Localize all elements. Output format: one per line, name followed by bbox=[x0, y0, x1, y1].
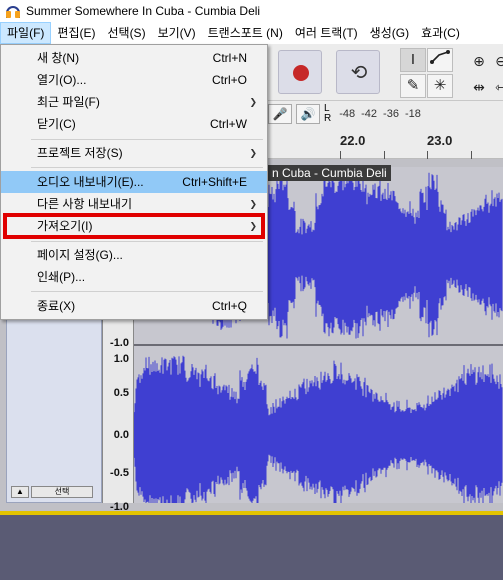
meter-db-mark: -36 bbox=[383, 108, 399, 120]
record-button[interactable] bbox=[278, 50, 322, 94]
menu-item-exit[interactable]: 종료(X) Ctrl+Q bbox=[1, 295, 267, 317]
menu-separator bbox=[31, 167, 263, 168]
menu-transport[interactable]: 트랜스포트 (N) bbox=[202, 22, 289, 44]
envelope-tool-icon[interactable] bbox=[427, 48, 453, 72]
draw-tool-icon[interactable]: ✎ bbox=[400, 74, 426, 98]
menu-edit[interactable]: 편집(E) bbox=[51, 22, 101, 44]
select-track-button[interactable]: 선택 bbox=[31, 486, 93, 498]
menu-item-shortcut: Ctrl+N bbox=[212, 51, 247, 65]
menu-item-shortcut: Ctrl+Q bbox=[211, 299, 247, 313]
menu-item-export-other[interactable]: 다른 사항 내보내기 ❯ bbox=[1, 193, 267, 215]
speaker-icon[interactable]: 🔊 bbox=[296, 104, 320, 124]
empty-project-area[interactable] bbox=[0, 515, 503, 580]
menu-item-label: 다른 사항 내보내기 bbox=[37, 197, 132, 211]
menu-separator bbox=[31, 139, 263, 140]
multi-tool-icon[interactable]: ✳ bbox=[427, 74, 453, 98]
menu-item-recent-files[interactable]: 최근 파일(F) ❯ bbox=[1, 91, 267, 113]
timeline-label: 22.0 bbox=[340, 133, 366, 148]
menu-item-shortcut: Ctrl+Shift+E bbox=[182, 175, 247, 189]
menu-item-label: 오디오 내보내기(E)... bbox=[37, 175, 144, 189]
audacity-logo-icon bbox=[6, 4, 20, 18]
menu-item-export-audio[interactable]: 오디오 내보내기(E)... Ctrl+Shift+E bbox=[1, 171, 267, 193]
menu-view[interactable]: 보기(V) bbox=[152, 22, 202, 44]
menu-generate[interactable]: 생성(G) bbox=[364, 22, 415, 44]
menu-item-label: 프로젝트 저장(S) bbox=[37, 146, 123, 160]
zoom-out-icon[interactable]: ⊖ bbox=[490, 50, 503, 72]
menu-effect[interactable]: 효과(C) bbox=[415, 22, 466, 44]
menu-item-label: 최근 파일(F) bbox=[37, 95, 100, 109]
menu-separator bbox=[31, 291, 263, 292]
meter-mic-icon[interactable]: 🎤 bbox=[268, 104, 292, 124]
selection-tool-icon[interactable]: I bbox=[400, 48, 426, 72]
meter-right-label: R bbox=[324, 113, 332, 124]
amplitude-label: 1.0 bbox=[113, 353, 129, 365]
window-title: Summer Somewhere In Cuba - Cumbia Deli bbox=[26, 4, 261, 18]
trim-audio-icon[interactable]: ⇹ bbox=[468, 76, 490, 98]
channel-divider bbox=[134, 344, 503, 346]
submenu-arrow-icon: ❯ bbox=[249, 97, 257, 107]
menu-tracks[interactable]: 여러 트랙(T) bbox=[289, 22, 364, 44]
meter-db-mark: -42 bbox=[361, 108, 378, 120]
menu-item-new-window[interactable]: 새 창(N) Ctrl+N bbox=[1, 47, 267, 69]
menu-item-shortcut: Ctrl+W bbox=[210, 117, 247, 131]
menu-item-open[interactable]: 열기(O)... Ctrl+O bbox=[1, 69, 267, 91]
loop-button[interactable]: ⟲ bbox=[336, 50, 380, 94]
menu-item-page-setup[interactable]: 페이지 설정(G)... bbox=[1, 244, 267, 266]
amplitude-label: 0.5 bbox=[113, 387, 129, 399]
menu-item-shortcut: Ctrl+O bbox=[211, 73, 247, 87]
record-icon bbox=[293, 65, 309, 81]
meter-db-mark: -48 bbox=[339, 108, 356, 120]
loop-icon: ⟲ bbox=[350, 62, 368, 84]
menu-item-label: 인쇄(P)... bbox=[37, 270, 86, 284]
menu-item-save-project[interactable]: 프로젝트 저장(S) ❯ bbox=[1, 142, 267, 164]
menu-file[interactable]: 파일(F) bbox=[0, 22, 52, 44]
collapse-track-button[interactable]: ▲ bbox=[11, 486, 29, 498]
zoom-in-icon[interactable]: ⊕ bbox=[468, 50, 490, 72]
playback-meter: 🎤 🔊 L R -48 -42 -36 -18 bbox=[268, 103, 427, 125]
waveform-channel bbox=[134, 355, 503, 503]
silence-audio-icon[interactable]: ⇿ bbox=[490, 76, 503, 98]
menu-item-close[interactable]: 닫기(C) Ctrl+W bbox=[1, 113, 267, 135]
menu-item-label: 페이지 설정(G)... bbox=[37, 248, 123, 262]
menu-item-label: 새 창(N) bbox=[37, 51, 80, 65]
amplitude-label: -1.0 bbox=[110, 337, 129, 349]
meter-db-mark: -18 bbox=[404, 108, 421, 120]
submenu-arrow-icon: ❯ bbox=[249, 148, 257, 158]
menu-item-print[interactable]: 인쇄(P)... bbox=[1, 266, 267, 288]
menu-item-label: 닫기(C) bbox=[37, 117, 76, 131]
title-bar: Summer Somewhere In Cuba - Cumbia Deli bbox=[0, 0, 503, 22]
amplitude-label: -0.5 bbox=[110, 467, 129, 479]
file-menu-dropdown: 새 창(N) Ctrl+N 열기(O)... Ctrl+O 최근 파일(F) ❯… bbox=[0, 44, 268, 320]
submenu-arrow-icon: ❯ bbox=[249, 199, 257, 209]
timeline-label: 23.0 bbox=[427, 133, 453, 148]
menu-separator bbox=[31, 241, 263, 242]
menu-item-label: 열기(O)... bbox=[37, 73, 87, 87]
track-title[interactable]: n Cuba - Cumbia Deli bbox=[268, 165, 391, 181]
menu-item-label: 종료(X) bbox=[37, 299, 76, 313]
menu-bar: 파일(F) 편집(E) 선택(S) 보기(V) 트랜스포트 (N) 여러 트랙(… bbox=[0, 22, 503, 44]
highlight-annotation-box bbox=[3, 213, 265, 239]
menu-select[interactable]: 선택(S) bbox=[101, 22, 151, 44]
amplitude-label: 0.0 bbox=[113, 429, 129, 441]
